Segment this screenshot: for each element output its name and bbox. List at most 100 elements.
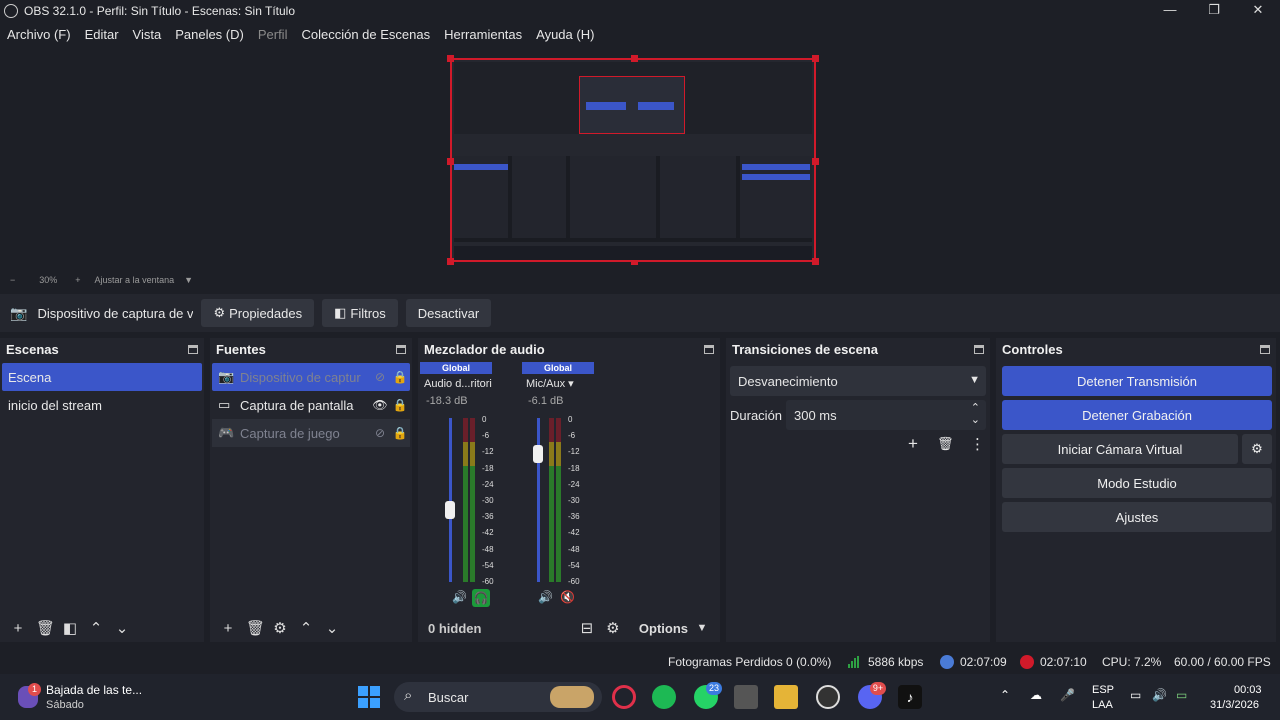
- scene-item[interactable]: inicio del stream: [2, 391, 202, 419]
- add-icon[interactable]: +: [220, 620, 236, 637]
- resize-handle[interactable]: [447, 158, 454, 165]
- chevron-up-icon[interactable]: ⌃: [1000, 688, 1010, 702]
- source-item[interactable]: ▭ Captura de pantalla 👁 🔒: [212, 391, 410, 419]
- volume-slider[interactable]: [445, 500, 455, 519]
- windows-start-icon[interactable]: [358, 686, 380, 708]
- stream-time: 02:07:09: [960, 655, 1007, 669]
- lock-icon[interactable]: 🔒: [390, 370, 410, 384]
- resize-handle[interactable]: [447, 55, 454, 62]
- add-icon[interactable]: +: [10, 620, 26, 637]
- app-icon[interactable]: [734, 685, 758, 709]
- options-menu[interactable]: Options: [639, 621, 688, 636]
- trash-icon[interactable]: 🗑: [36, 619, 55, 637]
- zoom-in-button[interactable]: +: [75, 275, 80, 285]
- tiktok-icon[interactable]: ♪: [898, 685, 922, 709]
- menu-herramientas[interactable]: Herramientas: [437, 27, 529, 42]
- volume-icon[interactable]: 🔊: [1152, 688, 1167, 702]
- hidden-eye-icon[interactable]: ⊘: [370, 426, 390, 440]
- resize-handle[interactable]: [812, 158, 819, 165]
- menu-archivo[interactable]: Archivo (F): [0, 27, 78, 42]
- scene-item[interactable]: Escena: [2, 363, 202, 391]
- stop-streaming-button[interactable]: Detener Transmisión: [1002, 366, 1272, 396]
- menu-perfil[interactable]: Perfil: [251, 27, 295, 42]
- trash-icon[interactable]: 🗑: [246, 619, 265, 637]
- lock-icon[interactable]: 🔒: [390, 426, 410, 440]
- file-explorer-icon[interactable]: [774, 685, 798, 709]
- weather-title[interactable]: Bajada de las te...: [46, 683, 142, 697]
- move-up-icon[interactable]: ⌃: [88, 619, 104, 637]
- network-icon[interactable]: ☁: [1030, 688, 1042, 702]
- advanced-audio-icon[interactable]: ⚙: [605, 619, 621, 637]
- volume-icon[interactable]: 🔊: [452, 590, 467, 604]
- deactivate-button[interactable]: Desactivar: [405, 299, 492, 327]
- undock-icon[interactable]: [704, 344, 714, 354]
- preview-canvas[interactable]: [447, 55, 819, 265]
- gear-icon[interactable]: ⚙: [1242, 434, 1272, 464]
- trash-icon[interactable]: 🗑: [937, 436, 954, 452]
- eye-icon[interactable]: 👁: [370, 398, 390, 412]
- add-icon[interactable]: +: [908, 434, 918, 454]
- lock-icon[interactable]: 🔒: [390, 398, 410, 412]
- move-up-icon[interactable]: ⌃: [298, 619, 314, 637]
- headphones-icon[interactable]: 🎧: [472, 589, 490, 607]
- clock-time[interactable]: 00:03: [1234, 684, 1262, 696]
- menu-paneles[interactable]: Paneles (D): [168, 27, 251, 42]
- spotify-icon[interactable]: [652, 685, 676, 709]
- transition-select[interactable]: Desvanecimiento ▼: [730, 366, 986, 396]
- volume-track[interactable]: [537, 418, 540, 582]
- filter-icon[interactable]: ◧: [62, 619, 78, 637]
- channel-name[interactable]: Audio d...ritorio ▾: [420, 374, 492, 393]
- language-secondary[interactable]: LAA: [1092, 699, 1113, 711]
- stop-recording-button[interactable]: Detener Grabación: [1002, 400, 1272, 430]
- more-icon[interactable]: ⋮: [970, 435, 985, 453]
- clock-date[interactable]: 31/3/2026: [1210, 699, 1259, 711]
- settings-button[interactable]: Ajustes: [1002, 502, 1272, 532]
- obs-icon[interactable]: [816, 685, 840, 709]
- move-down-icon[interactable]: ⌄: [114, 619, 130, 637]
- resize-handle[interactable]: [447, 258, 454, 265]
- properties-button[interactable]: ⚙ Propiedades: [201, 299, 315, 327]
- studio-mode-button[interactable]: Modo Estudio: [1002, 468, 1272, 498]
- zoom-out-button[interactable]: −: [10, 275, 15, 285]
- gear-icon[interactable]: ⚙: [272, 619, 288, 637]
- taskbar-search[interactable]: ⌕ Buscar: [394, 682, 602, 712]
- transitions-title: Transiciones de escena: [732, 341, 878, 357]
- source-item[interactable]: 📷 Dispositivo de captur ⊘ 🔒: [212, 363, 410, 391]
- undock-icon[interactable]: [396, 344, 406, 354]
- maximize-button[interactable]: ❐: [1192, 0, 1236, 22]
- undock-icon[interactable]: [1260, 344, 1270, 354]
- chevron-down-icon[interactable]: ▼: [694, 622, 710, 634]
- close-button[interactable]: ✕: [1236, 0, 1280, 22]
- resize-handle[interactable]: [812, 258, 819, 265]
- source-item[interactable]: 🎮 Captura de juego ⊘ 🔒: [212, 419, 410, 447]
- undock-icon[interactable]: [974, 344, 984, 354]
- menu-editar[interactable]: Editar: [78, 27, 126, 42]
- hidden-eye-icon[interactable]: ⊘: [370, 370, 390, 384]
- monitor-off-icon[interactable]: 🔇: [560, 590, 575, 604]
- decrement-icon[interactable]: ⌄: [971, 413, 980, 426]
- duration-input[interactable]: 300 ms ⌃ ⌄: [786, 400, 986, 430]
- minimize-button[interactable]: —: [1148, 0, 1192, 22]
- layout-icon[interactable]: ⊟: [579, 619, 595, 637]
- start-virtual-camera-button[interactable]: Iniciar Cámara Virtual: [1002, 434, 1238, 464]
- chevron-down-icon[interactable]: ▼: [184, 275, 193, 285]
- recording-time: 02:07:10: [1040, 655, 1087, 669]
- undock-icon[interactable]: [188, 344, 198, 354]
- filters-button[interactable]: ◧ Filtros: [322, 299, 398, 327]
- display-icon[interactable]: ▭: [1130, 688, 1141, 702]
- menu-ayuda[interactable]: Ayuda (H): [529, 27, 601, 42]
- fit-window-label[interactable]: Ajustar a la ventana: [95, 275, 175, 285]
- menu-vista[interactable]: Vista: [126, 27, 169, 42]
- opera-icon[interactable]: [612, 685, 636, 709]
- volume-icon[interactable]: 🔊: [538, 590, 553, 604]
- menu-coleccion-escenas[interactable]: Colección de Escenas: [294, 27, 437, 42]
- microphone-icon[interactable]: 🎤: [1060, 688, 1075, 702]
- move-down-icon[interactable]: ⌄: [324, 619, 340, 637]
- resize-handle[interactable]: [812, 55, 819, 62]
- channel-name[interactable]: Mic/Aux ▾: [522, 374, 594, 393]
- volume-slider[interactable]: [533, 445, 543, 464]
- battery-icon[interactable]: ▭: [1176, 688, 1187, 702]
- language-primary[interactable]: ESP: [1092, 684, 1114, 696]
- hidden-count[interactable]: 0 hidden: [428, 621, 481, 636]
- resize-handle[interactable]: [631, 55, 638, 62]
